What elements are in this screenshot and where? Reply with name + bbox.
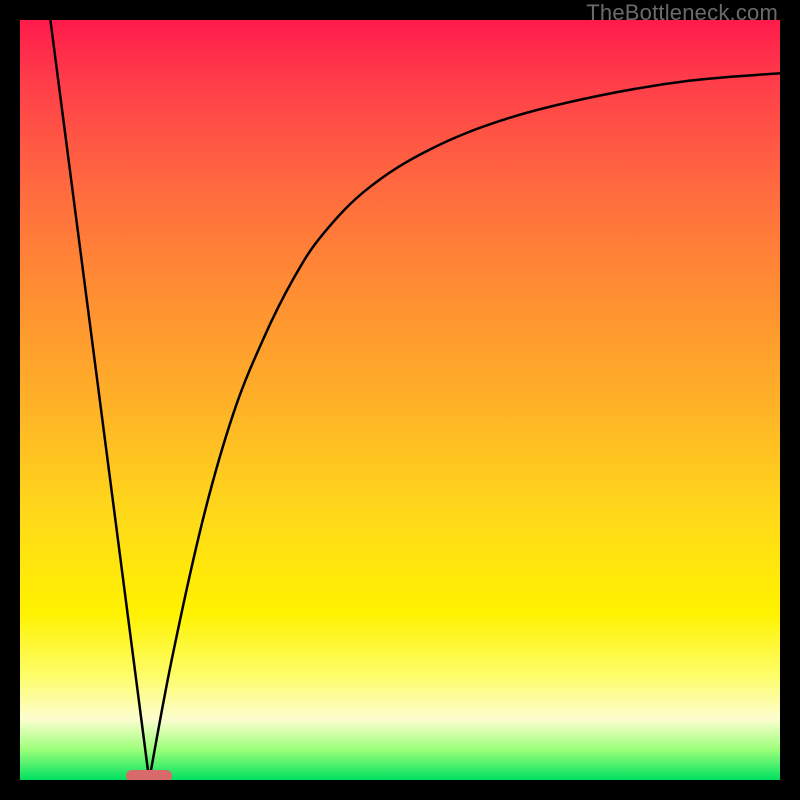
watermark-text: TheBottleneck.com [586,0,778,26]
curve-right [149,73,780,780]
curve-svg [20,20,780,780]
optimum-marker [126,770,172,780]
plot-area [20,20,780,780]
chart-frame: TheBottleneck.com [0,0,800,800]
curve-left-leg [50,20,149,780]
